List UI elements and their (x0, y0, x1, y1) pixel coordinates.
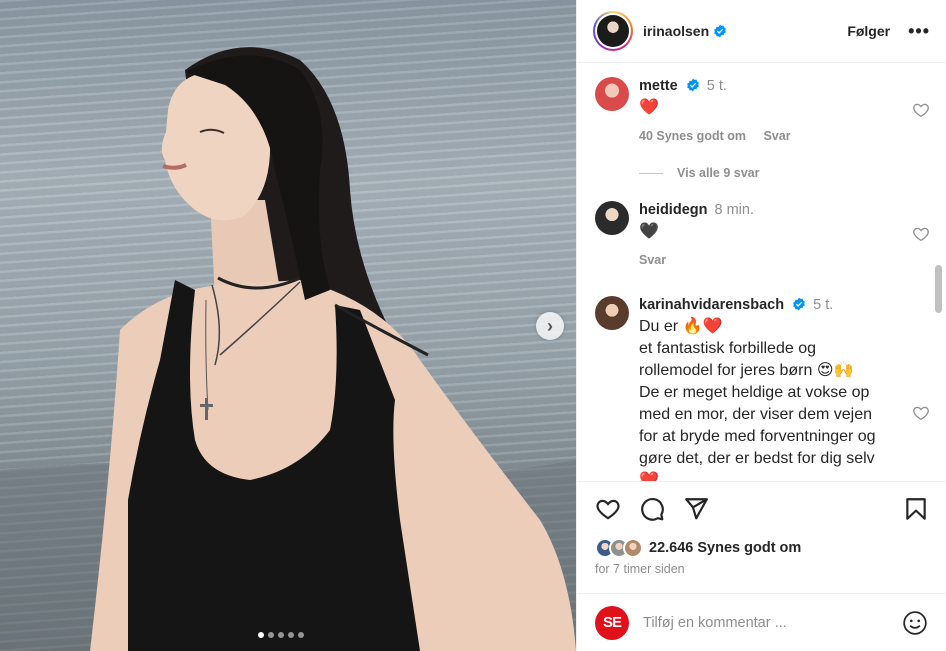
like-heart-icon[interactable] (595, 496, 621, 522)
verified-badge-icon (686, 78, 699, 92)
avatar[interactable] (595, 77, 629, 111)
like-comment-heart-icon[interactable] (912, 225, 930, 243)
comment-time: 8 min. (714, 202, 755, 218)
comment-text: ❤️ (639, 99, 659, 116)
comment-item: mette 5 t. ❤️ 40 Synes godt om Svar (595, 77, 930, 143)
likes-count[interactable]: 22.646 Synes godt om (649, 540, 801, 556)
avatar[interactable] (595, 296, 629, 330)
comment-time: 5 t. (813, 297, 834, 313)
carousel-dot (258, 632, 264, 638)
instagram-post-modal: › irinaolsen Følger ••• mette 5 t. ❤️ 40… (0, 0, 946, 651)
carousel-dot (278, 632, 284, 638)
likes-summary[interactable]: 22.646 Synes godt om (595, 538, 801, 558)
comment-username[interactable]: karinahvidarensbach (639, 297, 784, 313)
following-button[interactable]: Følger (847, 23, 890, 39)
comment-item: heididegn 8 min. 🖤 Svar (595, 201, 930, 267)
replies-divider (639, 172, 663, 174)
verified-badge-icon (793, 297, 805, 311)
emoji-picker-icon[interactable] (902, 610, 928, 636)
post-side-panel: irinaolsen Følger ••• mette 5 t. ❤️ 40 S… (576, 0, 946, 651)
like-comment-heart-icon[interactable] (912, 101, 930, 119)
add-comment-bar: SE (577, 593, 946, 651)
comment-time: 5 t. (706, 78, 727, 94)
carousel-indicator (258, 632, 304, 638)
save-bookmark-icon[interactable] (903, 496, 929, 522)
share-send-icon[interactable] (683, 496, 709, 522)
carousel-dot (288, 632, 294, 638)
liker-avatar (623, 538, 643, 558)
reply-button[interactable]: Svar (763, 129, 790, 143)
view-replies-button[interactable]: Vis alle 9 svar (639, 166, 759, 180)
comment-username[interactable]: mette (639, 78, 678, 94)
comment-input[interactable] (643, 614, 902, 631)
avatar[interactable] (595, 201, 629, 235)
current-user-avatar: SE (595, 605, 629, 640)
story-ring[interactable] (593, 11, 633, 51)
post-header: irinaolsen Følger ••• (577, 0, 946, 63)
avatar (597, 15, 629, 47)
comment-username[interactable]: heididegn (639, 202, 707, 218)
post-timestamp: for 7 timer siden (595, 562, 685, 576)
reply-button[interactable]: Svar (639, 253, 666, 267)
comments-list[interactable]: mette 5 t. ❤️ 40 Synes godt om Svar Vis … (577, 63, 946, 481)
post-photo[interactable]: › (0, 0, 576, 651)
comment-text: Du er 🔥❤️ et fantastisk forbillede og ro… (639, 318, 876, 481)
comments-scrollbar[interactable] (935, 265, 942, 313)
next-photo-button[interactable]: › (536, 312, 564, 340)
comment-likes[interactable]: 40 Synes godt om (639, 129, 746, 143)
comment-text: 🖤 (639, 223, 659, 240)
comment-bubble-icon[interactable] (639, 496, 665, 522)
view-replies-label: Vis alle 9 svar (677, 166, 760, 180)
comment-item: karinahvidarensbach 5 t. Du er 🔥❤️ et fa… (595, 296, 930, 481)
carousel-dot (268, 632, 274, 638)
carousel-dot (298, 632, 304, 638)
author-username[interactable]: irinaolsen (643, 23, 709, 39)
verified-badge-icon (714, 24, 726, 38)
post-actions: 22.646 Synes godt om for 7 timer siden (577, 481, 946, 576)
more-options-icon[interactable]: ••• (908, 21, 930, 42)
photo-scene (0, 47, 576, 651)
like-comment-heart-icon[interactable] (912, 404, 930, 422)
